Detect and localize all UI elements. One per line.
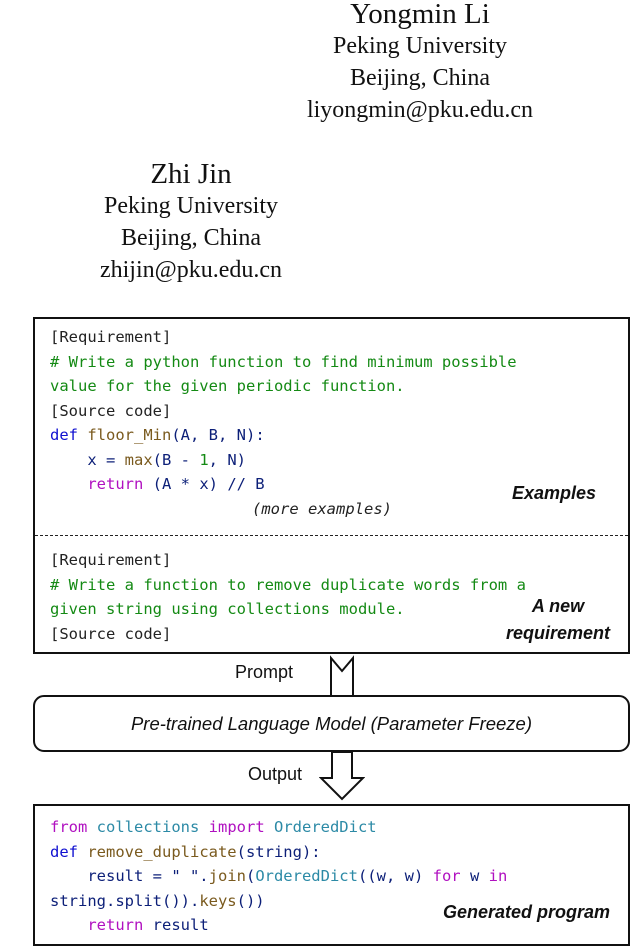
code-token: x = xyxy=(87,450,125,469)
requirement-tag: [Requirement] xyxy=(50,328,172,346)
code-token: return xyxy=(87,916,144,934)
code-token: join xyxy=(208,867,246,885)
author-email: ku.edu.cn xyxy=(0,94,150,126)
prompt-label: Prompt xyxy=(235,662,294,682)
prompt-arrow-icon xyxy=(330,655,354,697)
language-model-label: Pre-trained Language Model (Parameter Fr… xyxy=(130,712,533,734)
code-token: result = " ". xyxy=(50,867,209,885)
author-email: liyongmin@pku.edu.cn xyxy=(306,97,534,123)
new-requirement-section: [Requirement] # Write a function to remov… xyxy=(50,548,526,646)
code-token: OrderedDict xyxy=(255,867,358,885)
output-arrow-icon xyxy=(319,752,365,801)
requirement-comment: value for the given periodic function. xyxy=(50,377,405,395)
source-code-tag: [Source code] xyxy=(50,624,172,643)
code-token: string.split()). xyxy=(50,891,200,910)
author-affiliation: versity xyxy=(0,30,150,62)
code-token: collections xyxy=(87,818,209,836)
code-line: x = max(B - 1, N) xyxy=(50,448,517,473)
code-token: keys xyxy=(199,891,237,910)
examples-label: Examples xyxy=(511,483,596,503)
source-code-tag: [Source code] xyxy=(50,401,172,420)
code-token: in xyxy=(488,867,508,885)
code-line: result = " ".join(OrderedDict((w, w) for… xyxy=(50,864,507,889)
code-token: (A, B, N): xyxy=(171,426,265,444)
author-block-left: hao versity hina ku.edu.cn xyxy=(0,0,150,126)
code-token: def xyxy=(50,426,78,444)
code-token: , N) xyxy=(208,450,246,469)
label-line: A new xyxy=(531,596,585,616)
generated-code: from collections import OrderedDict def r… xyxy=(50,815,507,938)
code-token: (string): xyxy=(236,842,321,861)
code-token: remove_duplicate xyxy=(78,842,237,861)
code-token: def xyxy=(50,842,78,861)
code-token: OrderedDict xyxy=(264,818,377,836)
code-line: string.split()).keys()) xyxy=(50,889,507,914)
requirement-comment: given string using collections module. xyxy=(50,600,405,618)
author-affiliation: Peking University xyxy=(333,33,507,59)
author-block-right: Yongmin Li Peking University Beijing, Ch… xyxy=(220,0,620,126)
code-line: def remove_duplicate(string): xyxy=(50,840,507,865)
more-examples-note: (more examples) xyxy=(252,499,392,518)
author-location: Beijing, China xyxy=(121,225,261,251)
output-label: Output xyxy=(248,764,303,784)
code-token: import xyxy=(208,818,265,836)
label-line: requirement xyxy=(505,623,610,643)
author-name: Yongmin Li xyxy=(350,0,490,30)
code-line: def floor_Min(A, B, N): xyxy=(50,423,517,448)
code-token: result xyxy=(143,916,209,934)
generated-program-box: from collections import OrderedDict def r… xyxy=(33,804,630,946)
code-line: return (A * x) // B xyxy=(50,472,517,497)
code-token: from xyxy=(50,818,88,836)
author-email: zhijin@pku.edu.cn xyxy=(99,257,283,283)
code-token: ( xyxy=(245,867,256,885)
author-location: Beijing, China xyxy=(350,65,490,91)
prompt-box: [Requirement] # Write a python function t… xyxy=(33,317,630,654)
generated-program-label: Generated program xyxy=(442,902,610,922)
examples-section: [Requirement] # Write a python function t… xyxy=(50,325,517,521)
code-token: for xyxy=(432,867,461,885)
author-location: hina xyxy=(0,62,150,94)
code-token: return xyxy=(87,475,144,493)
requirement-comment: # Write a function to remove duplicate w… xyxy=(50,575,526,594)
dashed-divider xyxy=(35,535,628,536)
code-token: ((w, w) xyxy=(357,867,433,885)
code-line: from collections import OrderedDict xyxy=(50,815,507,840)
requirement-tag: [Requirement] xyxy=(50,551,172,569)
code-token: ()) xyxy=(236,891,265,910)
author-affiliation: Peking University xyxy=(104,193,278,219)
code-token: 1 xyxy=(199,450,209,469)
code-token: (A * x) // B xyxy=(143,475,265,493)
code-line: return result xyxy=(50,913,507,938)
author-name: hao xyxy=(0,0,150,30)
new-requirement-label: A new requirement xyxy=(506,593,610,647)
author-block-center: Zhi Jin Peking University Beijing, China… xyxy=(0,158,391,286)
requirement-comment: # Write a python function to find minimu… xyxy=(50,352,517,371)
language-model-box: Pre-trained Language Model (Parameter Fr… xyxy=(33,695,630,752)
code-token: w xyxy=(460,867,489,885)
code-token: floor_Min xyxy=(87,426,172,444)
code-token: (B - xyxy=(152,450,200,469)
author-name: Zhi Jin xyxy=(150,158,232,190)
code-token: max xyxy=(124,450,153,469)
